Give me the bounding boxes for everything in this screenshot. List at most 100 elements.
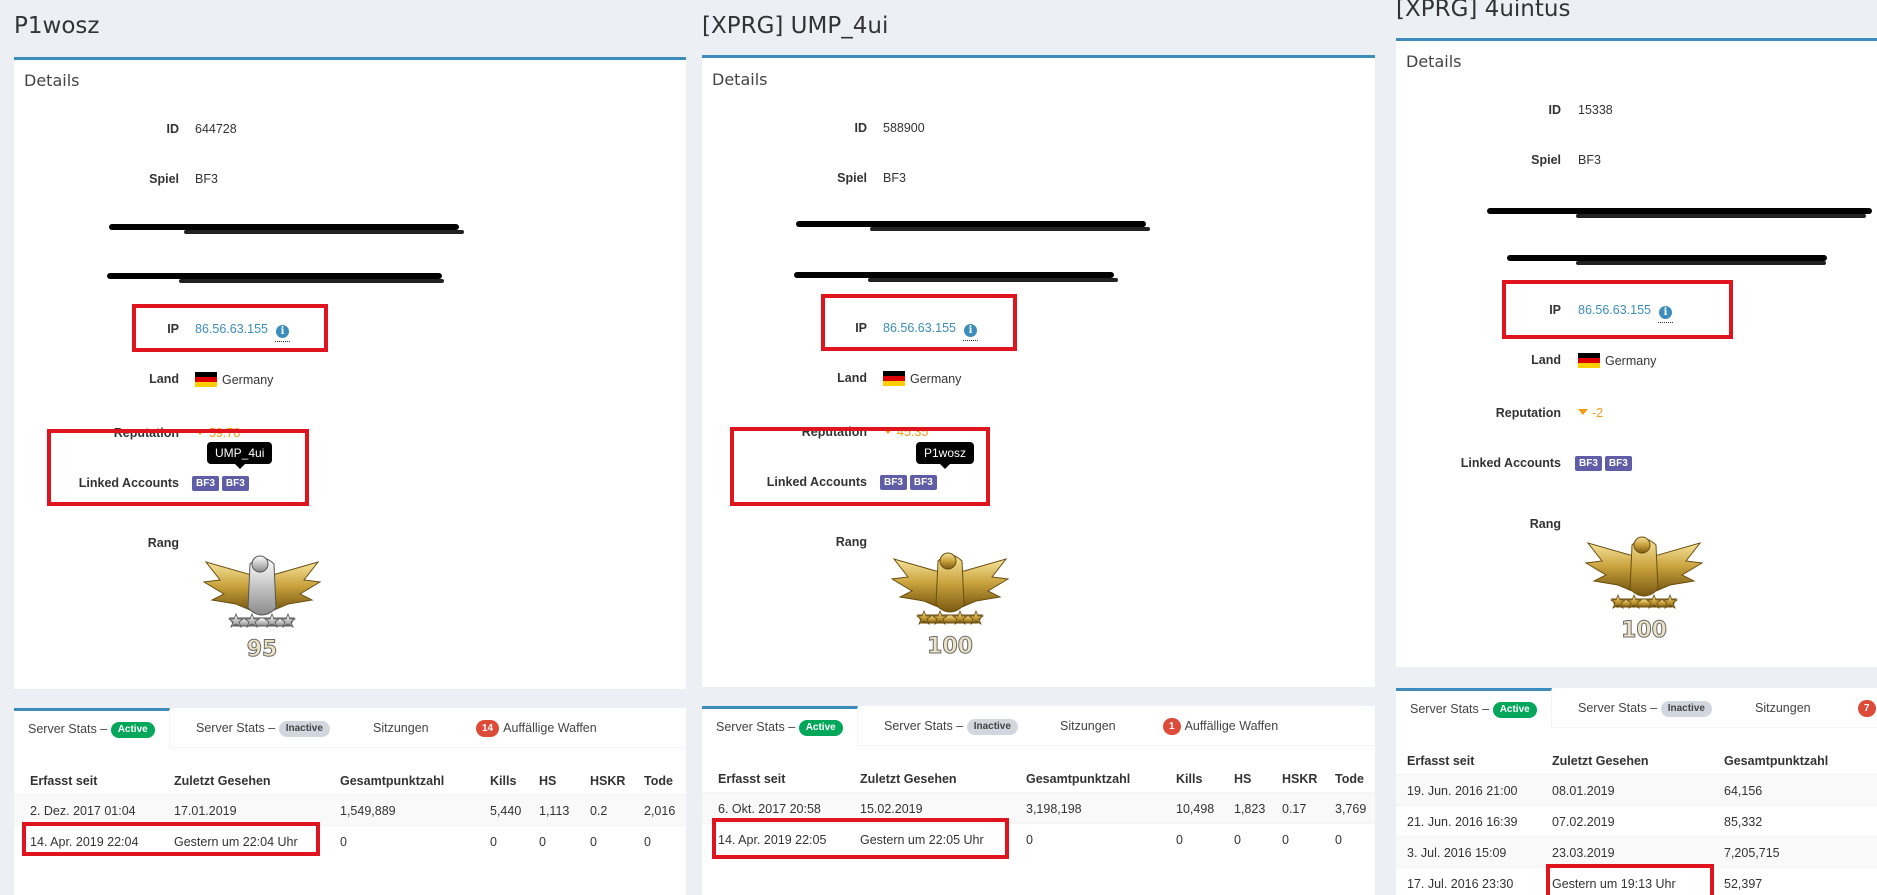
box-title: Details <box>24 71 80 90</box>
table-cell: 7,205,715 <box>1724 846 1780 860</box>
country-name: Germany <box>910 372 962 386</box>
table-cell: 0.17 <box>1282 802 1307 816</box>
table-cell: 17. Jul. 2016 23:30 <box>1407 877 1514 891</box>
highlight-row <box>712 818 1009 859</box>
tab-suspicious-weapons[interactable]: 7 <box>1858 688 1877 728</box>
table-cell: 3,769 <box>1335 802 1367 816</box>
column-header: Zuletzt Gesehen <box>860 772 957 786</box>
column-header: Erfasst seit <box>1407 754 1475 768</box>
redaction-bar <box>1576 214 1866 218</box>
table-cell: 08.01.2019 <box>1552 784 1615 798</box>
tab-sessions[interactable]: Sitzungen <box>373 708 429 748</box>
tab-suspicious-weapons[interactable]: 1 Auffällige Waffen <box>1163 706 1278 746</box>
count-badge: 14 <box>476 720 500 737</box>
tab-server-stats-active[interactable]: Server Stats – Active <box>1396 688 1552 728</box>
tab-sessions[interactable]: Sitzungen <box>1755 688 1811 728</box>
rank-insignia-icon: 95 <box>202 555 322 663</box>
germany-flag-icon <box>1578 353 1600 368</box>
value-country: Germany <box>1578 353 1656 368</box>
status-badge: Active <box>110 722 155 738</box>
label-id: ID <box>854 121 868 135</box>
table-cell: 2,016 <box>644 804 676 818</box>
country-name: Germany <box>1605 354 1657 368</box>
details-box: Details ID 588900 Spiel BF3 IP 86.56.63.… <box>702 55 1375 687</box>
label-country: Land <box>837 371 867 385</box>
tab-server-stats-active[interactable]: Server Stats – Active <box>14 708 170 748</box>
table-cell: 0 <box>1026 833 1033 847</box>
label-rank: Rang <box>835 535 867 549</box>
column-header: Tode <box>644 774 673 788</box>
rank-number: 100 <box>1621 618 1667 643</box>
value-linked-accounts: BF3 BF3 <box>1575 455 1635 471</box>
redaction-bar <box>184 230 464 234</box>
redaction-bar <box>868 278 1118 282</box>
highlight-ip <box>1502 280 1733 339</box>
box-title: Details <box>712 70 768 89</box>
table-cell: 1,549,889 <box>340 804 396 818</box>
redaction-bar <box>1576 261 1826 265</box>
table-cell: 0 <box>590 835 597 849</box>
stats-tabs: Server Stats – Active Server Stats – Ina… <box>702 706 1375 746</box>
reputation-value: -2 <box>1592 406 1604 420</box>
redaction-bar <box>870 227 1150 231</box>
table-cell: 15.02.2019 <box>860 802 923 816</box>
column-header: HSKR <box>1282 772 1318 786</box>
status-badge: Inactive <box>966 719 1018 735</box>
count-badge: 7 <box>1858 700 1876 717</box>
caret-down-icon <box>1578 409 1588 415</box>
page-title: [XPRG] UMP_4ui <box>702 13 889 39</box>
value-id: 15338 <box>1578 103 1613 117</box>
column-header: Tode <box>1335 772 1364 786</box>
table-cell: 0 <box>490 835 497 849</box>
column-header: HS <box>1234 772 1252 786</box>
country-name: Germany <box>222 373 274 387</box>
profile-column-3: [XPRG] 4uintus Details ID 15338 Spiel BF… <box>1378 0 1877 895</box>
table-cell: 21. Jun. 2016 16:39 <box>1407 815 1518 829</box>
details-box: Details ID 644728 Spiel BF3 IP 86.56.63.… <box>14 57 686 689</box>
table-cell: 17.01.2019 <box>174 804 237 818</box>
linked-account-badge[interactable]: BF3 <box>1575 456 1602 471</box>
table-cell: 07.02.2019 <box>1552 815 1615 829</box>
highlight-row <box>1546 864 1714 895</box>
table-cell: 2. Dez. 2017 01:04 <box>30 804 136 818</box>
tab-server-stats-active[interactable]: Server Stats – Active <box>702 706 858 746</box>
tab-server-stats-inactive[interactable]: Server Stats – Inactive <box>196 708 330 748</box>
tab-server-stats-inactive[interactable]: Server Stats – Inactive <box>1578 688 1712 728</box>
table-cell: 0 <box>539 835 546 849</box>
tab-server-stats-inactive[interactable]: Server Stats – Inactive <box>884 706 1018 746</box>
table-cell: 64,156 <box>1724 784 1763 798</box>
tab-sessions[interactable]: Sitzungen <box>1060 706 1116 746</box>
value-game: BF3 <box>1578 153 1601 167</box>
rank-insignia-icon: 100 <box>1584 536 1704 644</box>
table-cell: 3. Jul. 2016 15:09 <box>1407 846 1507 860</box>
table-cell: 0.2 <box>590 804 608 818</box>
tab-suspicious-weapons[interactable]: 14 Auffällige Waffen <box>476 708 597 748</box>
value-game: BF3 <box>195 172 218 186</box>
value-id: 588900 <box>883 121 925 135</box>
table-cell: 0 <box>1335 833 1342 847</box>
status-badge: Inactive <box>278 721 330 737</box>
table-cell: 52,397 <box>1724 877 1763 891</box>
table-cell: 5,440 <box>490 804 522 818</box>
column-header: HSKR <box>590 774 626 788</box>
rank-number: 100 <box>927 634 973 659</box>
column-header: Zuletzt Gesehen <box>174 774 271 788</box>
table-cell: 0 <box>1234 833 1241 847</box>
label-rank: Rang <box>147 536 179 550</box>
profile-column-2: [XPRG] UMP_4ui Details ID 588900 Spiel B… <box>688 0 1378 895</box>
column-header: Gesamtpunktzahl <box>1026 772 1131 786</box>
column-header: Zuletzt Gesehen <box>1552 754 1649 768</box>
box-title: Details <box>1406 52 1462 71</box>
table-cell: 19. Jun. 2016 21:00 <box>1407 784 1518 798</box>
label-game: Spiel <box>837 171 867 185</box>
label-country: Land <box>1531 353 1561 367</box>
page-title: P1wosz <box>14 13 100 39</box>
highlight-ip <box>821 294 1017 351</box>
label-country: Land <box>149 372 179 386</box>
page-title: [XPRG] 4uintus <box>1396 0 1571 22</box>
linked-account-badge[interactable]: BF3 <box>1604 456 1632 471</box>
column-header: Gesamtpunktzahl <box>1724 754 1829 768</box>
profile-column-1: P1wosz Details ID 644728 Spiel BF3 IP 86… <box>0 0 688 895</box>
rank-number: 95 <box>247 637 278 662</box>
redaction-bar <box>179 279 444 283</box>
